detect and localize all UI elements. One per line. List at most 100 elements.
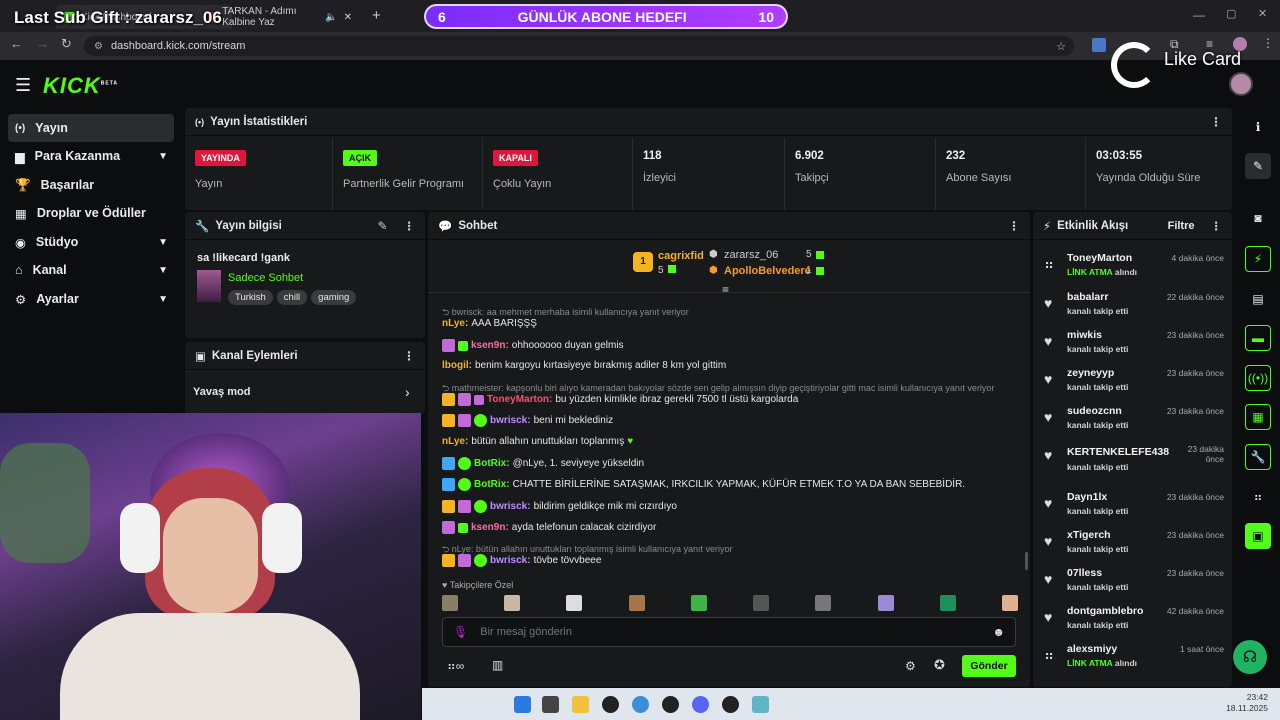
- sidebar-item-para-kazanma[interactable]: ▆ Para Kazanma ▼: [8, 142, 174, 170]
- obs-icon[interactable]: [602, 696, 619, 713]
- sidebar-item-basarilar[interactable]: 🏆 Başarılar: [8, 171, 174, 199]
- site-info-icon[interactable]: ⚙: [94, 41, 103, 52]
- sidebar-item-droplar[interactable]: ▦ Droplar ve Ödüller: [8, 199, 174, 227]
- emote-icon[interactable]: [939, 595, 956, 611]
- translate-extension-icon[interactable]: [1092, 38, 1106, 52]
- back-icon[interactable]: ←: [10, 36, 23, 51]
- gifter-name[interactable]: ApolloBelvedere: [724, 265, 811, 277]
- browser-menu-icon[interactable]: ⋮: [1262, 36, 1274, 50]
- emote-icon[interactable]: [1001, 595, 1018, 611]
- event-item[interactable]: ♥ zeyneyyp kanalı takip etti 23 dakika önce: [1044, 365, 1224, 403]
- camera-icon[interactable]: ◙: [1245, 205, 1271, 231]
- start-icon[interactable]: [514, 696, 531, 713]
- emote-icon[interactable]: [877, 595, 894, 611]
- emoji-icon[interactable]: ☻: [992, 625, 1005, 639]
- event-item[interactable]: ♥ xTigerch kanalı takip etti 23 dakika önce: [1044, 527, 1224, 565]
- close-tab-icon[interactable]: ✕: [344, 12, 352, 23]
- new-tab-icon[interactable]: +: [372, 7, 381, 24]
- app-icon[interactable]: ▣: [1245, 523, 1271, 549]
- event-item[interactable]: ♥ miwkis kanalı takip etti 23 dakika önce: [1044, 327, 1224, 365]
- chat-username[interactable]: bwrisck:: [490, 501, 531, 512]
- tag-chip[interactable]: gaming: [311, 290, 357, 305]
- event-item[interactable]: ♥ KERTENKELEFE438 kanalı takip etti 23 daki…: [1044, 441, 1224, 479]
- points-icon[interactable]: ⠶∞: [447, 659, 464, 673]
- chat-scrollbar[interactable]: [1025, 552, 1028, 570]
- app-globe-icon[interactable]: [752, 696, 769, 713]
- info-icon[interactable]: ℹ: [1245, 114, 1271, 140]
- file-explorer-icon[interactable]: [572, 696, 589, 713]
- chat-settings-gear-icon[interactable]: ⚙: [905, 659, 916, 673]
- document-icon[interactable]: ▤: [1245, 286, 1271, 312]
- layout-icon[interactable]: ▦: [1245, 404, 1271, 430]
- edit-pencil-icon[interactable]: ✎: [377, 219, 387, 233]
- emote-icon[interactable]: [628, 595, 645, 611]
- more-options-icon[interactable]: ⋮: [403, 349, 415, 363]
- task-view-icon[interactable]: [542, 696, 559, 713]
- close-window-icon[interactable]: ✕: [1258, 7, 1267, 20]
- wrench-icon[interactable]: 🔧: [1245, 444, 1271, 470]
- filter-button[interactable]: Filtre: [1168, 220, 1195, 232]
- chat-username[interactable]: ksen9n:: [471, 522, 509, 533]
- edit-pencil-icon[interactable]: ✎: [1245, 153, 1271, 179]
- chat-username[interactable]: lbogil:: [442, 360, 472, 371]
- event-item[interactable]: ⠶ ToneyMarton LİNK ATMA alındı 4 dakika önc…: [1044, 250, 1224, 288]
- discord-icon[interactable]: [692, 696, 709, 713]
- kick-logo[interactable]: KICKBETA: [43, 73, 118, 99]
- minimize-icon[interactable]: —: [1193, 8, 1205, 22]
- chevron-right-icon[interactable]: ›: [405, 384, 410, 400]
- chat-username[interactable]: ToneyMarton:: [487, 394, 552, 405]
- emote-icon[interactable]: [504, 595, 521, 611]
- store-icon[interactable]: ▥: [492, 658, 503, 672]
- event-item[interactable]: ♥ 07lless kanalı takip etti 23 dakika önce: [1044, 565, 1224, 603]
- points-icon[interactable]: ⠶: [1245, 484, 1271, 510]
- tag-chip[interactable]: chill: [276, 290, 308, 305]
- user-avatar[interactable]: [1229, 72, 1253, 96]
- emote-icon[interactable]: [566, 595, 583, 611]
- send-button[interactable]: Gönder: [962, 655, 1016, 677]
- bookmark-star-icon[interactable]: ☆: [1056, 40, 1066, 53]
- event-item[interactable]: ♥ sudeozcnn kanalı takip etti 23 dakika önc…: [1044, 403, 1224, 441]
- top-gifter-name[interactable]: cagrixfid: [658, 250, 704, 262]
- tab-tarkan[interactable]: TARKAN - Adımı Kalbine Yaz 🔈 ✕: [200, 5, 360, 29]
- chrome-icon[interactable]: [632, 696, 649, 713]
- chat-username[interactable]: nLye:: [442, 318, 468, 329]
- chat-username[interactable]: BotRix:: [474, 479, 510, 490]
- chat-username[interactable]: nLye:: [442, 436, 468, 447]
- collapse-icon[interactable]: ≡: [722, 283, 729, 297]
- chat-input[interactable]: [480, 626, 981, 638]
- speaker-icon[interactable]: 🔈: [325, 12, 337, 23]
- event-item[interactable]: ♥ Dayn1lx kanalı takip etti 23 dakika önce: [1044, 489, 1224, 527]
- event-item[interactable]: ♥ dontgamblebro kanalı takip etti 42 dakika…: [1044, 603, 1224, 641]
- app-g2-icon[interactable]: [722, 696, 739, 713]
- more-options-icon[interactable]: ⋮: [1008, 219, 1020, 233]
- slow-mode-label[interactable]: Yavaş mod: [193, 386, 250, 398]
- maximize-icon[interactable]: ▢: [1226, 7, 1236, 20]
- more-options-icon[interactable]: ⋮: [1210, 115, 1222, 129]
- sidebar-item-kanal[interactable]: ⌂ Kanal ▼: [8, 256, 174, 284]
- sidebar-item-studyo[interactable]: ◉ Stüdyo ▼: [8, 228, 174, 256]
- chat-username[interactable]: BotRix:: [474, 458, 510, 469]
- emote-icon[interactable]: [442, 595, 458, 611]
- hamburger-menu-icon[interactable]: ☰: [15, 75, 31, 96]
- chat-bubble-icon[interactable]: ▬: [1245, 325, 1271, 351]
- emote-icon[interactable]: [815, 595, 832, 611]
- event-item[interactable]: ♥ babalarr kanalı takip etti 22 dakika önce: [1044, 289, 1224, 327]
- forward-icon[interactable]: →: [36, 36, 49, 51]
- category-link[interactable]: Sadece Sohbet: [228, 272, 303, 284]
- more-options-icon[interactable]: ⋮: [1211, 219, 1223, 233]
- emote-icon[interactable]: [753, 595, 770, 611]
- tag-chip[interactable]: Turkish: [228, 290, 273, 305]
- chat-input-box[interactable]: 🎙 ☻: [442, 617, 1016, 647]
- system-clock[interactable]: 23:42 18.11.2025: [1226, 692, 1268, 714]
- reload-icon[interactable]: ↻: [61, 36, 72, 52]
- microphone-icon[interactable]: 🎙: [453, 625, 468, 639]
- chat-username[interactable]: ksen9n:: [471, 340, 509, 351]
- support-headset-icon[interactable]: ☊: [1233, 640, 1267, 674]
- emote-menu-icon[interactable]: ✪: [934, 657, 945, 673]
- gifter-name[interactable]: zararsz_06: [724, 249, 778, 261]
- lightning-icon[interactable]: ⚡: [1245, 246, 1271, 272]
- broadcast-icon[interactable]: ((•)): [1245, 365, 1271, 391]
- sidebar-item-ayarlar[interactable]: ⚙ Ayarlar ▼: [8, 285, 174, 313]
- event-item[interactable]: ⠶ alexsmiyy LİNK ATMA alındı 1 saat önce: [1044, 641, 1224, 679]
- sidebar-item-yayin[interactable]: (•) Yayın: [8, 114, 174, 142]
